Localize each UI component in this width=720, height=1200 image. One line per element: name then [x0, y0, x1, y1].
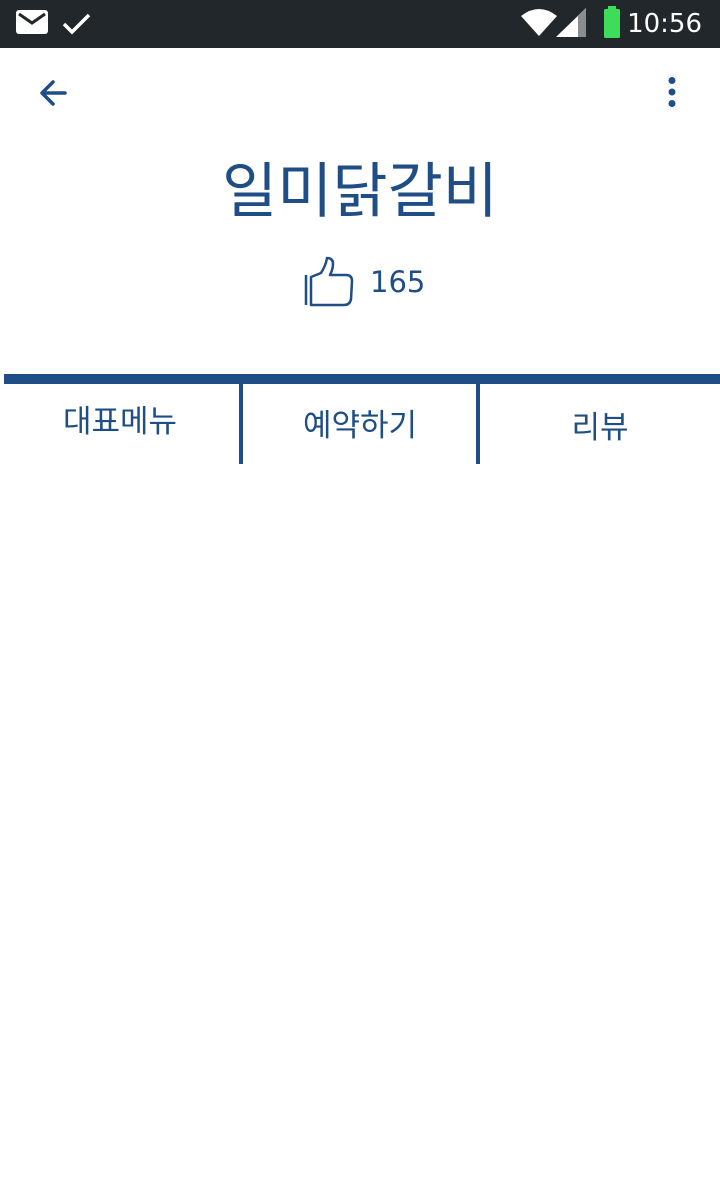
like-button[interactable]: 165 [300, 254, 425, 310]
arrow-left-icon [40, 80, 67, 106]
tab-bar-divider [4, 374, 720, 384]
like-count: 165 [370, 265, 426, 299]
thumbs-up-icon [304, 256, 354, 307]
tab-label: 리뷰 [571, 410, 629, 446]
tab-representative-menu[interactable]: 대표메뉴 [0, 384, 240, 464]
tab-label: 예약하기 [302, 408, 418, 444]
status-bar: 10:56 [0, 0, 720, 48]
gmail-icon [16, 10, 48, 34]
status-time: 10:56 [627, 9, 702, 39]
tab-reservation[interactable]: 예약하기 [243, 384, 477, 464]
more-options-button[interactable] [644, 64, 700, 120]
wifi-icon [521, 9, 557, 36]
battery-icon [604, 6, 620, 38]
back-button[interactable] [25, 65, 81, 121]
more-vert-icon [668, 77, 676, 107]
cell-signal-icon [556, 8, 586, 37]
tab-content-area [0, 464, 720, 1200]
tab-review[interactable]: 리뷰 [480, 384, 720, 464]
check-icon [62, 13, 91, 35]
restaurant-name: 일미닭갈비 [222, 157, 498, 227]
tab-label: 대표메뉴 [62, 404, 178, 440]
